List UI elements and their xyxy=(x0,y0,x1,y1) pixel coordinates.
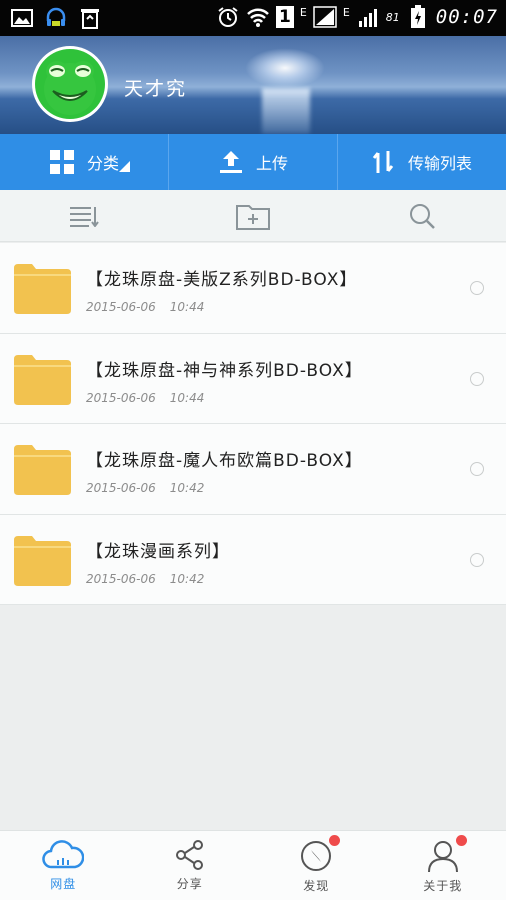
sim-indicator: 1 xyxy=(275,6,294,28)
banner-sun xyxy=(245,48,325,88)
headset-icon xyxy=(44,6,68,30)
battery-percent: 81 xyxy=(385,10,400,24)
nav-item-netdisk[interactable]: 网盘 xyxy=(0,831,127,900)
folder-icon xyxy=(14,445,71,495)
select-radio[interactable] xyxy=(470,281,484,295)
search-icon xyxy=(409,203,435,229)
toolbar: 分类 上传 传输列表 xyxy=(0,134,506,190)
file-list: 【龙珠原盘-美版Z系列BD-BOX】 2015-06-06 10:44 【龙珠原盘… xyxy=(0,243,506,605)
upload-label: 上传 xyxy=(255,154,288,173)
file-date: 2015-06-06 10:44 xyxy=(86,390,205,405)
compass-icon xyxy=(301,841,332,871)
upload-button[interactable]: 上传 xyxy=(169,134,338,190)
nav-label-netdisk: 网盘 xyxy=(50,877,77,891)
sort-button[interactable] xyxy=(0,190,169,241)
action-row xyxy=(0,190,506,242)
network-type-2: E xyxy=(342,5,350,19)
bottom-nav: 网盘 分享 发现 关于我 xyxy=(0,830,506,900)
avatar[interactable] xyxy=(32,46,108,122)
clock: 00:07 xyxy=(435,6,498,28)
nav-label-about-me: 关于我 xyxy=(423,879,463,893)
category-button[interactable]: 分类 xyxy=(0,134,169,190)
list-item[interactable]: 【龙珠原盘-神与神系列BD-BOX】 2015-06-06 10:44 xyxy=(0,333,506,424)
list-item[interactable]: 【龙珠漫画系列】 2015-06-06 10:42 xyxy=(0,514,506,605)
folder-icon xyxy=(14,535,71,586)
transfer-list-button[interactable]: 传输列表 xyxy=(338,134,506,190)
share-icon xyxy=(175,840,203,870)
upload-icon xyxy=(219,151,242,173)
signal-icon-2 xyxy=(356,5,380,29)
alarm-icon xyxy=(216,5,240,29)
file-name: 【龙珠原盘-神与神系列BD-BOX】 xyxy=(86,360,363,381)
dropdown-caret-icon xyxy=(119,161,130,172)
file-name: 【龙珠漫画系列】 xyxy=(86,541,230,562)
banner-glare xyxy=(262,88,310,134)
nav-item-discover[interactable]: 发现 xyxy=(253,831,380,900)
recycle-icon xyxy=(78,6,102,30)
notification-dot xyxy=(455,835,467,846)
nav-item-share[interactable]: 分享 xyxy=(127,831,254,900)
nav-item-about-me[interactable]: 关于我 xyxy=(380,831,506,900)
sort-list-icon xyxy=(70,206,100,227)
profile-banner: 天才究 xyxy=(0,36,506,134)
category-label: 分类 xyxy=(86,154,119,173)
list-item[interactable]: 【龙珠原盘-魔人布欧篇BD-BOX】 2015-06-06 10:42 xyxy=(0,424,506,515)
wifi-icon xyxy=(246,5,270,29)
search-button[interactable] xyxy=(337,190,506,241)
user-icon xyxy=(427,841,458,873)
cloud-icon xyxy=(42,840,85,869)
select-radio[interactable] xyxy=(470,462,484,476)
folder-icon xyxy=(14,264,71,314)
frog-avatar-icon xyxy=(35,49,105,119)
signal-icon xyxy=(313,5,337,29)
file-date: 2015-06-06 10:42 xyxy=(86,481,205,495)
new-folder-button[interactable] xyxy=(169,190,338,241)
transfer-icon xyxy=(372,151,394,173)
list-item[interactable]: 【龙珠原盘-美版Z系列BD-BOX】 2015-06-06 10:44 xyxy=(0,243,506,334)
file-date: 2015-06-06 10:44 xyxy=(86,300,205,314)
transfer-label: 传输列表 xyxy=(407,154,472,173)
battery-icon xyxy=(406,5,430,29)
grid-icon xyxy=(49,150,74,174)
select-radio[interactable] xyxy=(470,371,484,386)
file-date: 2015-06-06 10:42 xyxy=(86,571,205,586)
image-icon xyxy=(10,6,34,30)
nav-label-share: 分享 xyxy=(176,877,203,891)
file-name: 【龙珠原盘-美版Z系列BD-BOX】 xyxy=(86,270,358,290)
status-bar: 1 E E 81 00:07 xyxy=(0,0,506,36)
select-radio[interactable] xyxy=(470,552,484,567)
file-name: 【龙珠原盘-魔人布欧篇BD-BOX】 xyxy=(86,451,363,471)
notification-dot xyxy=(329,835,340,846)
new-folder-icon xyxy=(236,204,270,230)
nav-label-discover: 发现 xyxy=(303,879,330,893)
folder-icon xyxy=(14,354,71,405)
username[interactable]: 天才究 xyxy=(124,74,187,101)
network-type-1: E xyxy=(299,5,307,19)
